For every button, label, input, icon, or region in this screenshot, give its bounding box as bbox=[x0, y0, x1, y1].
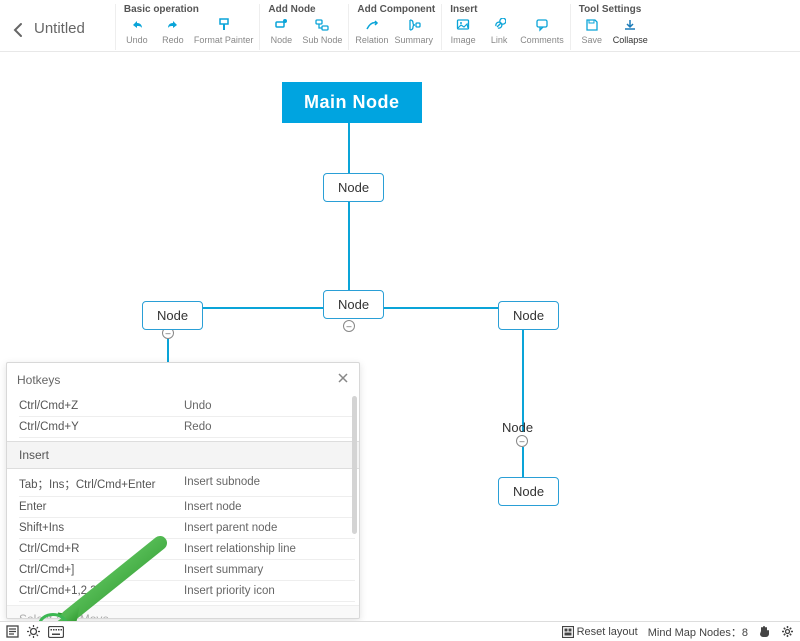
close-button[interactable] bbox=[337, 371, 349, 388]
subnode-icon bbox=[314, 17, 330, 33]
relation-icon bbox=[364, 17, 380, 33]
node-level2-right[interactable]: Node bbox=[498, 301, 559, 330]
keyboard-icon bbox=[48, 626, 64, 638]
relation-button[interactable]: Relation bbox=[355, 17, 388, 45]
summary-icon bbox=[406, 17, 422, 33]
link-icon bbox=[491, 17, 507, 33]
insert-image-button[interactable]: Image bbox=[448, 17, 478, 45]
collapse-toggle[interactable]: – bbox=[343, 320, 355, 332]
insert-link-button[interactable]: Link bbox=[484, 17, 514, 45]
sun-icon bbox=[27, 625, 40, 638]
hotkey-row: Tab；Ins；Ctrl/Cmd+EnterInsert subnode bbox=[19, 472, 355, 497]
comment-icon bbox=[534, 17, 550, 33]
redo-icon bbox=[165, 17, 181, 33]
hotkeys-title: Hotkeys bbox=[17, 373, 60, 387]
collapse-toggle[interactable]: – bbox=[516, 435, 528, 447]
add-subnode-button[interactable]: Sub Node bbox=[302, 17, 342, 45]
collapse-icon bbox=[622, 17, 638, 33]
group-tool-settings: Tool Settings Save Collapse bbox=[570, 4, 654, 50]
hotkeys-button[interactable] bbox=[48, 626, 64, 638]
summary-button[interactable]: Summary bbox=[394, 17, 433, 45]
group-insert: Insert Image Link Comments bbox=[441, 4, 570, 50]
back-button[interactable] bbox=[8, 10, 28, 50]
format-painter-button[interactable]: Format Painter bbox=[194, 17, 254, 45]
save-button[interactable]: Save bbox=[577, 17, 607, 45]
hotkpanel-row: Ctrl/Cmd+1,2,3…Insert priority icon bbox=[19, 581, 355, 602]
node-main[interactable]: Main Node bbox=[282, 82, 422, 123]
hotkey-row: EnterInsert node bbox=[19, 497, 355, 518]
node-level1[interactable]: Node bbox=[323, 173, 384, 202]
status-bar: Reset layout Mind Map Nodes：8 bbox=[0, 621, 800, 641]
group-label: Insert bbox=[448, 4, 564, 15]
add-node-button[interactable]: Node bbox=[266, 17, 296, 45]
node-plain[interactable]: Node bbox=[502, 420, 533, 435]
connector-line bbox=[348, 202, 350, 292]
group-label: Add Node bbox=[266, 4, 342, 15]
document-title: Untitled bbox=[34, 20, 85, 37]
undo-icon bbox=[129, 17, 145, 33]
gear-icon bbox=[781, 625, 794, 638]
collapse-button[interactable]: Collapse bbox=[613, 17, 648, 45]
chevron-left-icon bbox=[13, 22, 23, 38]
node-level4[interactable]: Node bbox=[498, 477, 559, 506]
hotkey-section-move: Select And Move bbox=[7, 605, 359, 618]
redo-button[interactable]: Redo bbox=[158, 17, 188, 45]
hotkeys-panel: Hotkeys Ctrl/Cmd+ZUndo Ctrl/Cmd+YRedo In… bbox=[6, 362, 360, 619]
save-icon bbox=[584, 17, 600, 33]
node-icon bbox=[273, 17, 289, 33]
reset-layout-button[interactable]: Reset layout bbox=[562, 626, 638, 638]
hotkeys-header: Hotkeys bbox=[7, 363, 359, 396]
layout-icon bbox=[562, 626, 574, 638]
reset-layout-label: Reset layout bbox=[577, 626, 638, 638]
group-label: Basic operation bbox=[122, 4, 254, 15]
hotkey-row: Ctrl/Cmd+RInsert relationship line bbox=[19, 539, 355, 560]
group-label: Tool Settings bbox=[577, 4, 648, 15]
brush-icon bbox=[216, 17, 232, 33]
outline-button[interactable] bbox=[6, 625, 19, 638]
node-level2-center[interactable]: Node bbox=[323, 290, 384, 319]
connector-line bbox=[522, 447, 524, 477]
settings-button[interactable] bbox=[781, 625, 794, 638]
hotkey-row: Ctrl/Cmd+YRedo bbox=[19, 417, 355, 438]
image-icon bbox=[455, 17, 471, 33]
hotkey-row: Ctrl/Cmd+ZUndo bbox=[19, 396, 355, 417]
outline-icon bbox=[6, 625, 19, 638]
group-add-component: Add Component Relation Summary bbox=[348, 4, 441, 50]
group-add-node: Add Node Node Sub Node bbox=[259, 4, 348, 50]
hotkey-row: Ctrl/Cmd+]Insert summary bbox=[19, 560, 355, 581]
hotkeys-list[interactable]: Ctrl/Cmd+ZUndo Ctrl/Cmd+YRedo Insert Tab… bbox=[7, 396, 359, 618]
insert-comment-button[interactable]: Comments bbox=[520, 17, 564, 45]
theme-button[interactable] bbox=[27, 625, 40, 638]
hand-icon bbox=[758, 625, 771, 638]
connector-line bbox=[348, 120, 350, 176]
undo-button[interactable]: Undo bbox=[122, 17, 152, 45]
node-level2-left[interactable]: Node bbox=[142, 301, 203, 330]
hotkey-row: Shift+InsInsert parent node bbox=[19, 518, 355, 539]
toolbar: Untitled Basic operation Undo Redo Forma… bbox=[0, 0, 800, 52]
hotkey-section-insert: Insert bbox=[7, 441, 359, 469]
pan-button[interactable] bbox=[758, 625, 771, 638]
group-label: Add Component bbox=[355, 4, 435, 15]
group-basic-operation: Basic operation Undo Redo Format Painter bbox=[115, 4, 260, 50]
close-icon bbox=[337, 372, 349, 384]
node-count: Mind Map Nodes：8 bbox=[648, 624, 748, 640]
